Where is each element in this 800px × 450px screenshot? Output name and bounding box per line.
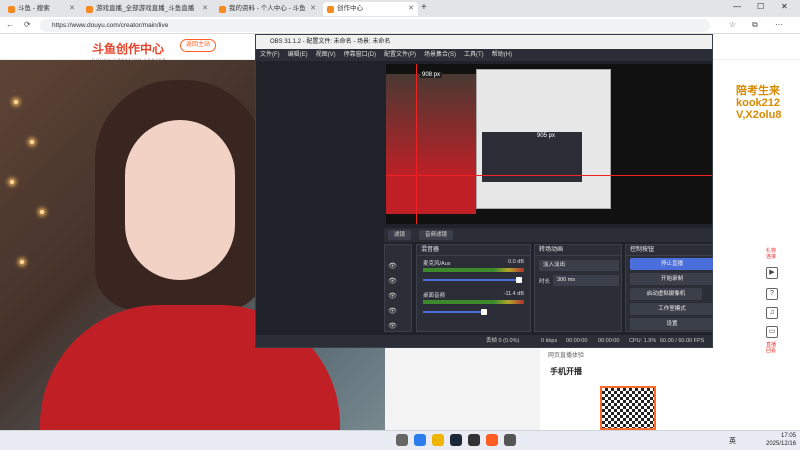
controls-dock: 控制按钮 停止直播 开始录制 启动虚拟摄像机 工作室模式 设置 — [625, 244, 714, 332]
input-language[interactable]: 英 — [729, 436, 736, 446]
douyu-favicon-icon — [8, 5, 15, 13]
steam-icon[interactable] — [450, 434, 462, 446]
collections-icon[interactable]: ⧉ — [752, 20, 758, 30]
menu-scene-collection[interactable]: 场景集合(S) — [424, 49, 456, 61]
obs-icon[interactable] — [468, 434, 480, 446]
light-decoration — [10, 180, 14, 184]
obs-window[interactable]: OBS 31.1.2 - 配置文件: 未命名 - 场景: 未命名 文件(F) 编… — [255, 34, 714, 348]
preview-screen-capture: 905 px — [476, 69, 611, 209]
folder-icon[interactable] — [432, 434, 444, 446]
tab-profile[interactable]: 我的资料 - 个人中心 - 斗鱼 ✕ — [215, 2, 320, 16]
headset-icon[interactable]: ♫ — [766, 307, 778, 319]
filters-button[interactable]: 滤镜 — [388, 230, 412, 240]
menu-view[interactable]: 视图(V) — [316, 49, 336, 61]
back-to-main-button[interactable]: 返回主站 — [180, 39, 216, 52]
douyu-favicon-icon — [86, 5, 93, 13]
transition-select[interactable]: 淡入淡出 — [539, 260, 619, 271]
start-recording-button[interactable]: 开始录制 — [630, 273, 714, 285]
source-toolbar: 滤镜 音频滤镜 — [384, 228, 712, 242]
new-tab-icon[interactable]: + — [421, 2, 427, 13]
obs-status-bar: 丢帧 0 (0.0%) 0 kbps 00:00:00 00:00:00 CPU… — [256, 335, 712, 347]
browser-tab-bar: 斗鱼 - 搜索 ✕ 游戏直播_全部游戏直播_斗鱼直播 ✕ 我的资料 - 个人中心 -… — [0, 0, 800, 17]
studio-mode-button[interactable]: 工作室模式 — [630, 303, 714, 315]
obs-title-bar: OBS 31.1.2 - 配置文件: 未命名 - 场景: 未命名 — [256, 35, 712, 49]
light-decoration — [14, 100, 18, 104]
tab-creator-center[interactable]: 创作中心 ✕ — [323, 2, 418, 16]
duration-field[interactable]: 300 ms — [553, 275, 619, 286]
clock[interactable]: 17:05 2025/12/16 — [766, 432, 796, 448]
guide-line — [386, 175, 712, 176]
site-logo[interactable]: 斗鱼创作中心DOUYU CREATION CENTER — [92, 40, 166, 62]
desktop-volume-slider[interactable] — [423, 309, 487, 315]
help-icon[interactable]: ? — [766, 288, 778, 300]
close-window-icon[interactable]: ✕ — [781, 2, 788, 11]
menu-profile[interactable]: 配置文件(P) — [384, 49, 416, 61]
floating-text-overlay: 陪考生来 kook212 V,X2olu8 — [736, 85, 782, 121]
transitions-dock: 转场动画 淡入淡出 时长 300 ms — [534, 244, 622, 332]
menu-tools[interactable]: 工具(T) — [464, 49, 484, 61]
light-decoration — [20, 260, 24, 264]
tab-douyu-search[interactable]: 斗鱼 - 搜索 ✕ — [4, 2, 79, 16]
obs-preview[interactable]: 905 px 908 px — [386, 64, 712, 224]
back-icon[interactable]: ← — [6, 20, 14, 29]
address-bar-row: ← ⟳ https://www.douyu.com/creator/main/l… — [0, 17, 800, 34]
obs-menu-bar: 文件(F) 编辑(E) 视图(V) 停靠窗口(D) 配置文件(P) 场景集合(S… — [256, 49, 712, 61]
menu-file[interactable]: 文件(F) — [260, 49, 280, 61]
url-field[interactable]: https://www.douyu.com/creator/main/live — [40, 19, 710, 32]
source-visibility-list: 👁 👁 👁 👁 👁 — [384, 244, 412, 332]
monitor-icon[interactable]: ▭ — [766, 326, 778, 338]
close-icon[interactable]: ✕ — [310, 2, 316, 16]
tab-game-live[interactable]: 游戏直播_全部游戏直播_斗鱼直播 ✕ — [82, 2, 212, 16]
mixer-header: 混音器 — [417, 245, 530, 256]
menu-help[interactable]: 帮助(H) — [492, 49, 512, 61]
app-icon[interactable] — [504, 434, 516, 446]
more-menu-icon[interactable]: ⋯ — [775, 20, 783, 29]
audio-filters-button[interactable]: 音频滤镜 — [419, 230, 454, 240]
minimize-icon[interactable]: — — [733, 2, 741, 11]
settings-button[interactable]: 设置 — [630, 318, 714, 330]
person-face — [125, 120, 235, 280]
visibility-toggles[interactable]: 👁 👁 👁 👁 👁 — [385, 245, 411, 334]
transitions-header: 转场动画 — [535, 245, 621, 256]
douyu-icon[interactable] — [486, 434, 498, 446]
audio-mixer-dock: 混音器 麦克风/Aux 0.0 dB 桌面音频 -11.4 dB — [416, 244, 531, 332]
virtual-camera-button[interactable]: 启动虚拟摄像机 — [630, 288, 702, 300]
menu-edit[interactable]: 编辑(E) — [288, 49, 308, 61]
replay-label[interactable]: 直播回看 — [766, 342, 780, 354]
douyu-favicon-icon — [327, 5, 334, 13]
guide-line — [416, 64, 417, 224]
favorites-icon[interactable]: ☆ — [729, 20, 736, 29]
browser-icon[interactable] — [414, 434, 426, 446]
qr-code — [600, 386, 656, 430]
controls-header: 控制按钮 — [626, 245, 712, 256]
stop-streaming-button[interactable]: 停止直播 — [630, 258, 714, 270]
mobile-broadcast-title: 手机开播 — [550, 367, 582, 376]
mic-level-meter — [423, 268, 524, 272]
menu-docks[interactable]: 停靠窗口(D) — [344, 49, 376, 61]
refresh-icon[interactable]: ⟳ — [24, 20, 31, 29]
light-decoration — [30, 140, 34, 144]
close-icon[interactable]: ✕ — [202, 2, 208, 16]
preview-camera-source — [386, 74, 476, 214]
play-icon[interactable]: ▶ — [766, 267, 778, 279]
close-icon[interactable]: ✕ — [69, 2, 75, 16]
close-icon[interactable]: ✕ — [408, 2, 414, 16]
light-decoration — [40, 210, 44, 214]
desktop-level-meter — [423, 300, 524, 304]
start-icon[interactable] — [396, 434, 408, 446]
gift-link-label[interactable]: 礼物连接 — [766, 248, 780, 260]
douyu-favicon-icon — [219, 5, 226, 13]
maximize-icon[interactable]: ☐ — [757, 2, 764, 11]
mic-volume-slider[interactable] — [423, 277, 522, 283]
